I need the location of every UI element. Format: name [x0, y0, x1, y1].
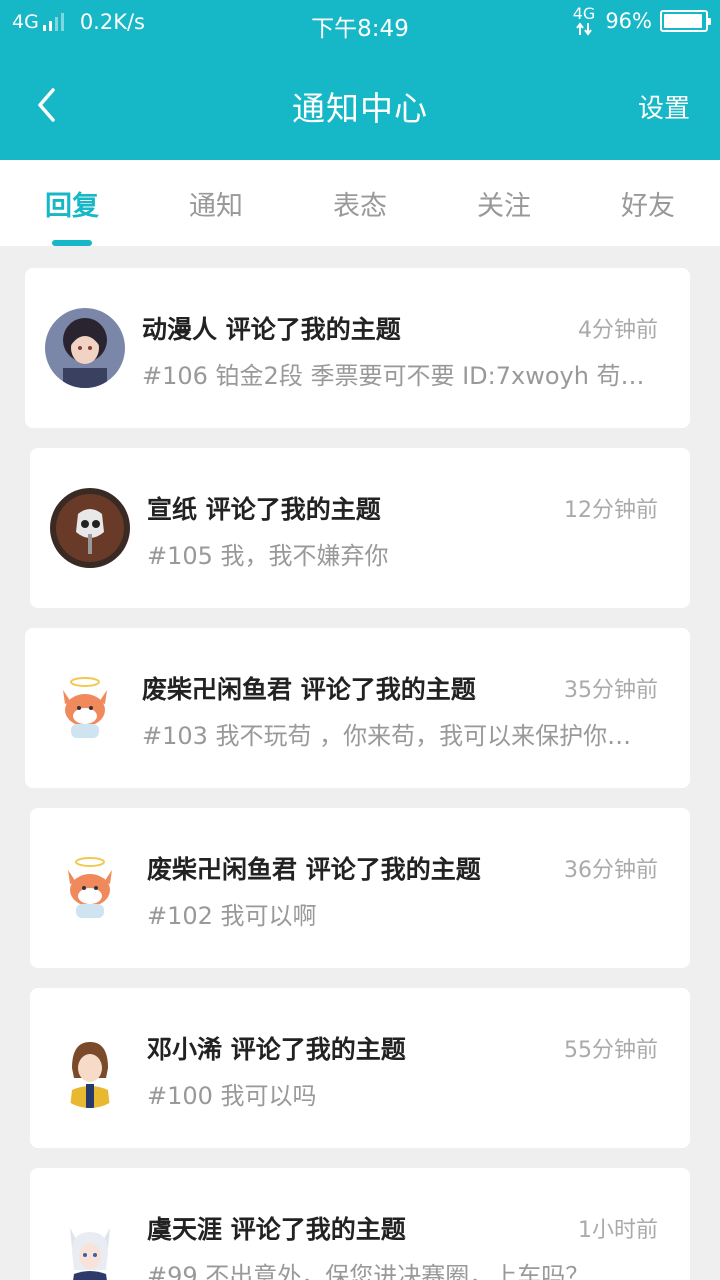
- notification-title: 虞天涯 评论了我的主题: [147, 1215, 406, 1244]
- avatar-image: [45, 308, 125, 388]
- battery-percent: 96%: [605, 9, 652, 33]
- avatar-image: [50, 1208, 130, 1280]
- status-bar: 4G 0.2K/s 下午8:49 4G 96%: [0, 0, 720, 50]
- avatar-image: [45, 668, 125, 748]
- notification-card[interactable]: 动漫人 评论了我的主题 4分钟前 #106 铂金2段 季票要可不要 ID:7xw…: [25, 268, 690, 428]
- status-right: 4G 96%: [572, 4, 711, 36]
- avatar-image: [50, 848, 130, 928]
- avatar[interactable]: [45, 308, 125, 388]
- battery-fill: [664, 14, 703, 28]
- page-title: 通知中心: [292, 89, 428, 128]
- notification-card[interactable]: 虞天涯 评论了我的主题 1小时前 #99 不出意外，保您进决赛圈，上车吗？…: [30, 1168, 690, 1280]
- notification-title: 废柴卍闲鱼君 评论了我的主题: [147, 855, 481, 884]
- notification-content: #100 我可以吗: [147, 1082, 317, 1110]
- tab-reply[interactable]: 回复: [12, 184, 132, 223]
- tab-reaction[interactable]: 表态: [300, 184, 420, 223]
- notification-time: 36分钟前: [564, 858, 658, 883]
- tab-indicator: [52, 240, 92, 246]
- notification-content: #106 铂金2段 季票要可不要 ID:7xwoyh 苟…: [142, 362, 645, 390]
- notification-time: 1小时前: [578, 1218, 658, 1243]
- tab-follow[interactable]: 关注: [444, 184, 564, 223]
- data-transfer-icon: [576, 22, 592, 36]
- notification-title: 废柴卍闲鱼君 评论了我的主题: [142, 675, 476, 704]
- notification-content: #102 我可以啊: [147, 902, 317, 930]
- tab-notice[interactable]: 通知: [156, 184, 276, 223]
- notification-title: 动漫人 评论了我的主题: [142, 315, 401, 344]
- tab-friends[interactable]: 好友: [588, 184, 708, 223]
- notification-content: #105 我，我不嫌弃你: [147, 542, 389, 570]
- notification-card[interactable]: 废柴卍闲鱼君 评论了我的主题 35分钟前 #103 我不玩苟 ，你来苟，我可以来…: [25, 628, 690, 788]
- notification-title: 宣纸 评论了我的主题: [147, 495, 381, 524]
- notification-content: #99 不出意外，保您进决赛圈，上车吗？…: [147, 1262, 614, 1280]
- notification-content: #103 我不玩苟 ，你来苟，我可以来保护你…: [142, 722, 632, 750]
- battery-icon: [660, 10, 711, 32]
- avatar[interactable]: [50, 848, 130, 928]
- settings-button[interactable]: 设置: [638, 88, 690, 125]
- avatar[interactable]: [50, 1028, 130, 1108]
- avatar-image: [50, 1028, 130, 1108]
- notification-card[interactable]: 宣纸 评论了我的主题 12分钟前 #105 我，我不嫌弃你: [30, 448, 690, 608]
- notification-time: 35分钟前: [564, 678, 658, 703]
- network-type-right: 4G: [572, 4, 596, 23]
- notification-card[interactable]: 邓小浠 评论了我的主题 55分钟前 #100 我可以吗: [30, 988, 690, 1148]
- notification-card[interactable]: 废柴卍闲鱼君 评论了我的主题 36分钟前 #102 我可以啊: [30, 808, 690, 968]
- avatar[interactable]: [50, 1208, 130, 1280]
- avatar[interactable]: [50, 488, 130, 568]
- nav-bar: 通知中心 设置: [0, 50, 720, 160]
- network-4g-icon: 4G: [572, 4, 596, 36]
- avatar[interactable]: [45, 668, 125, 748]
- notification-time: 12分钟前: [564, 498, 658, 523]
- notification-time: 4分钟前: [578, 318, 658, 343]
- tab-bar: 回复 通知 表态 关注 好友: [0, 160, 720, 246]
- notification-time: 55分钟前: [564, 1038, 658, 1063]
- notification-title: 邓小浠 评论了我的主题: [147, 1035, 406, 1064]
- avatar-image: [50, 488, 130, 568]
